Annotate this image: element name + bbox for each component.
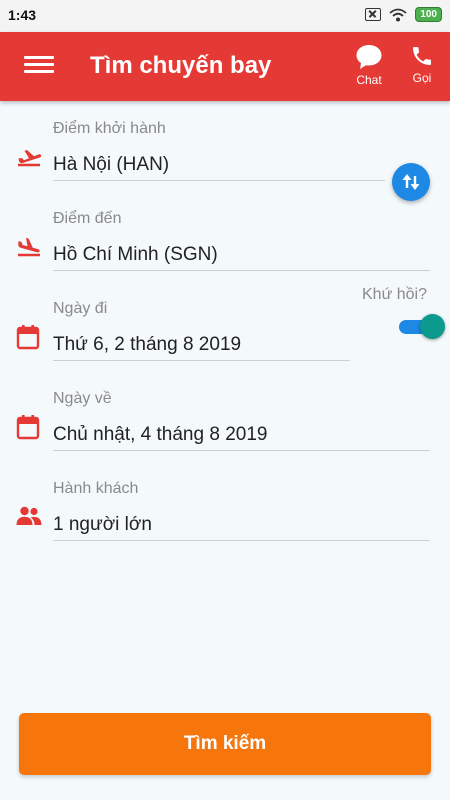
chat-label: Chat [356,73,382,87]
status-time: 1:43 [8,7,37,23]
origin-underline [53,180,385,181]
return-date-value[interactable]: Chủ nhật, 4 tháng 8 2019 [53,424,267,446]
origin-label: Điểm khởi hành [53,120,166,137]
call-label: Gọi [412,71,432,85]
menu-button[interactable] [24,56,54,78]
swap-locations-button[interactable] [392,163,430,201]
depart-date-value[interactable]: Thứ 6, 2 tháng 8 2019 [53,334,241,356]
passengers-field[interactable]: Hành khách 1 người lớn [0,472,450,544]
hamburger-icon [24,56,54,59]
wifi-icon [389,8,407,21]
depart-date-label: Ngày đi [53,300,108,317]
destination-value[interactable]: Hồ Chí Minh (SGN) [53,244,218,266]
chat-button[interactable]: Chat [347,44,391,92]
depart-date-underline [53,360,350,361]
people-icon [16,506,42,525]
origin-value[interactable]: Hà Nội (HAN) [53,154,169,176]
calendar-icon [16,325,40,350]
sim-off-icon [365,8,382,21]
chat-bubble-icon [356,45,382,69]
return-date-label: Ngày về [53,390,112,407]
status-bar: 1:43 100 [0,0,450,32]
origin-field[interactable]: Điểm khởi hành Hà Nội (HAN) [0,112,450,184]
destination-underline [53,270,430,271]
calendar-icon [16,415,40,440]
hamburger-line [24,70,54,73]
page-title: Tìm chuyến bay [90,52,272,79]
swap-vertical-icon [402,174,420,190]
passengers-value[interactable]: 1 người lớn [53,514,152,536]
plane-takeoff-icon [18,150,42,167]
search-button[interactable]: Tìm kiếm [19,713,431,775]
destination-label: Điểm đến [53,210,122,227]
depart-date-field[interactable]: Ngày đi Thứ 6, 2 tháng 8 2019 [0,292,450,364]
plane-landing-icon [18,237,40,257]
phone-icon [413,47,431,65]
destination-field[interactable]: Điểm đến Hồ Chí Minh (SGN) [0,202,450,274]
call-button[interactable]: Gọi [400,44,444,92]
return-date-field[interactable]: Ngày về Chủ nhật, 4 tháng 8 2019 [0,382,450,454]
battery-icon: 100 [415,7,442,22]
app-bar: Tìm chuyến bay Chat Gọi [0,32,450,101]
return-date-underline [53,450,430,451]
passengers-label: Hành khách [53,480,139,497]
passengers-underline [53,540,430,541]
hamburger-line [24,63,54,66]
